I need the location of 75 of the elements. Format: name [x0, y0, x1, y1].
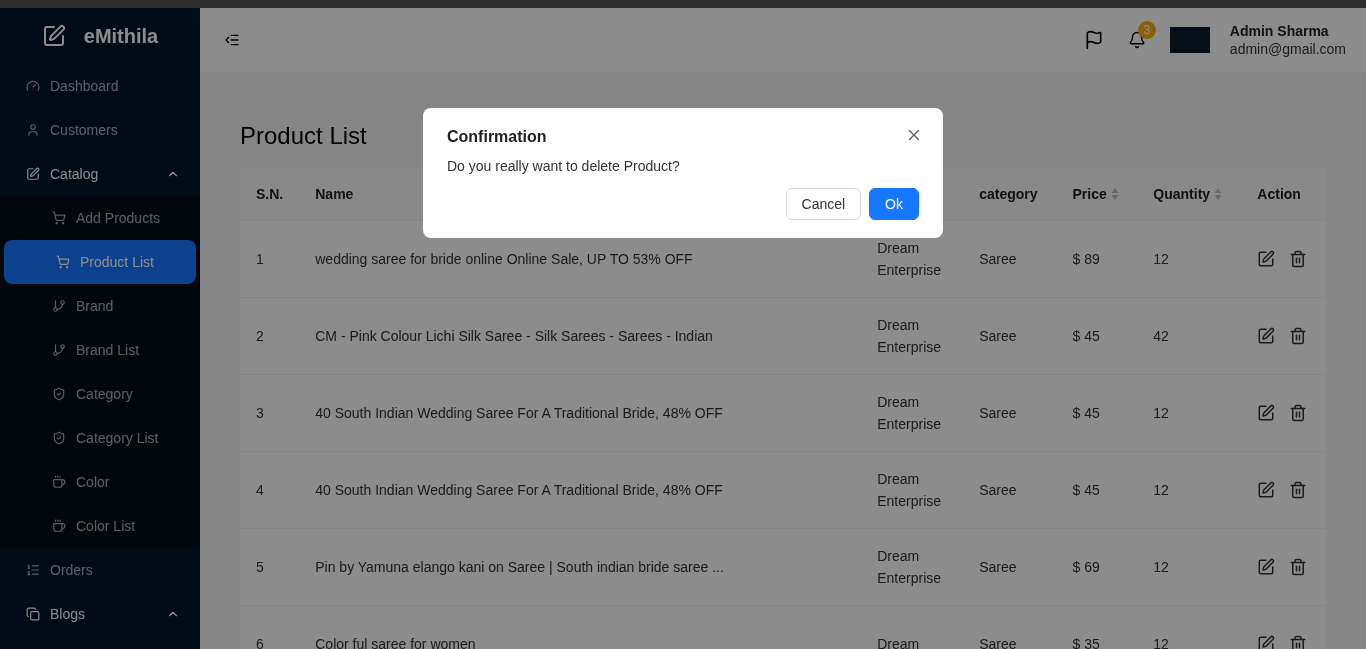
table-cell: 5: [240, 528, 300, 606]
table-cell: Saree: [963, 528, 1057, 606]
sidebar-item[interactable]: Category List: [0, 416, 200, 460]
table-cell: $ 45: [1056, 374, 1138, 452]
copy-icon: [26, 607, 40, 621]
sidebar-item[interactable]: Add Products: [0, 196, 200, 240]
trash-icon[interactable]: [1289, 635, 1308, 649]
edit-icon: [41, 24, 66, 48]
table-cell: $ 69: [1056, 528, 1138, 606]
edit-icon[interactable]: [1257, 635, 1276, 649]
sidebar-item[interactable]: Brand List: [0, 328, 200, 372]
table-cell: 12: [1137, 220, 1242, 298]
user-name: Admin Sharma: [1229, 23, 1330, 39]
table-cell: Dream Enterprise: [861, 297, 964, 375]
table-cell: $ 89: [1056, 220, 1138, 298]
notification-count: 3: [1137, 21, 1156, 39]
sidebar-item[interactable]: Product List: [4, 240, 196, 284]
table-cell: 42: [1137, 297, 1242, 375]
table-cell: Saree: [963, 220, 1057, 298]
table-cell: Saree: [963, 374, 1057, 452]
edit-icon[interactable]: [1257, 481, 1276, 499]
table-cell: 3: [240, 374, 300, 452]
sidebar-item[interactable]: Catalog: [0, 152, 200, 196]
table-cell: Dream Enterprise: [861, 374, 964, 452]
menu-fold-icon[interactable]: [224, 32, 240, 48]
table-cell: 12: [1137, 605, 1242, 649]
edit-icon[interactable]: [1257, 250, 1276, 268]
page-title: Product List: [240, 122, 367, 150]
user-email: admin@gmail.com: [1229, 41, 1346, 57]
trash-icon[interactable]: [1289, 481, 1308, 499]
brand-name: eMithila: [83, 24, 159, 48]
table-cell: 40 South Indian Wedding Saree For A Traditional Bride, 48% OFF: [299, 374, 862, 452]
table-cell: 12: [1137, 528, 1242, 606]
photo-placeholder: [1169, 27, 1210, 53]
sidebar-item[interactable]: Color: [0, 460, 200, 504]
table-cell: Saree: [963, 451, 1057, 529]
sidebar-item[interactable]: Category: [0, 372, 200, 416]
cart-icon: [56, 255, 70, 269]
sort-icon: [1214, 187, 1223, 201]
ok-button[interactable]: Ok: [869, 188, 919, 220]
sidebar-item[interactable]: Blogs: [0, 592, 200, 636]
trash-icon[interactable]: [1289, 404, 1308, 422]
sort-icon: [1110, 187, 1119, 201]
table-cell: $ 45: [1056, 297, 1138, 375]
sidebar-item[interactable]: Customers: [0, 108, 200, 152]
table-cell: Saree: [963, 297, 1057, 375]
table-cell: Dream: [861, 605, 964, 649]
sidebar-item[interactable]: Orders: [0, 548, 200, 592]
sidebar-item[interactable]: Brand: [0, 284, 200, 328]
sidebar-item[interactable]: Color List: [0, 504, 200, 548]
table-cell: 12: [1137, 451, 1242, 529]
table-cell: CM - Pink Colour Lichi Silk Saree - Silk Sarees - Sarees - Indian: [299, 297, 862, 375]
table-cell: Pin by Yamuna elango kani on Saree | South indian bride saree ...: [299, 528, 862, 606]
table-cell: Dream Enterprise: [861, 528, 964, 606]
table-cell: 4: [240, 451, 300, 529]
sidebar-item[interactable]: Dashboard: [0, 64, 200, 108]
table-cell: 40 South Indian Wedding Saree For A Traditional Bride, 48% OFF: [299, 451, 862, 529]
dialog-title: Confirmation: [447, 128, 547, 146]
edit-icon: [26, 167, 40, 181]
table-cell: Color ful saree for women: [299, 605, 862, 649]
table-cell: 1: [240, 220, 300, 298]
table-cell: Saree: [963, 605, 1057, 649]
table-cell: 6: [240, 605, 300, 649]
edit-icon[interactable]: [1257, 327, 1276, 345]
table-cell: 12: [1137, 374, 1242, 452]
edit-icon[interactable]: [1257, 404, 1276, 422]
table-cell: $ 45: [1056, 451, 1138, 529]
cancel-button[interactable]: Cancel: [785, 188, 862, 220]
edit-icon[interactable]: [1257, 558, 1276, 576]
table-cell: 2: [240, 297, 300, 375]
trash-icon[interactable]: [1289, 327, 1308, 345]
table-cell: Dream Enterprise: [861, 451, 964, 529]
bell-icon[interactable]: [1127, 31, 1146, 49]
trash-icon[interactable]: [1289, 250, 1308, 268]
trash-icon[interactable]: [1289, 558, 1308, 576]
